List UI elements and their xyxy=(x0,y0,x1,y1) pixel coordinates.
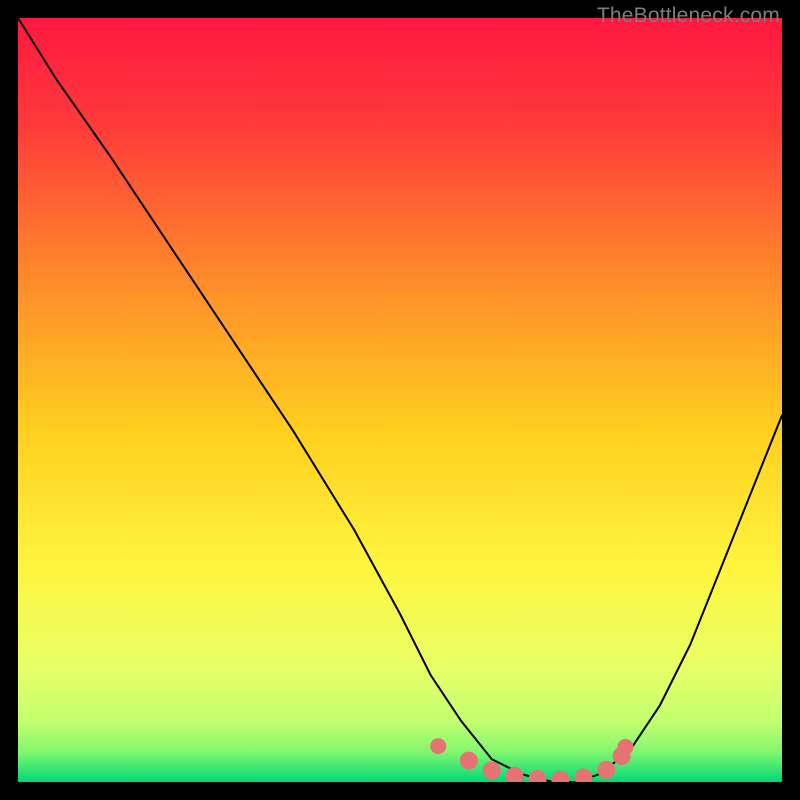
highlight-dot xyxy=(597,761,615,779)
highlight-dot xyxy=(483,762,501,780)
chart-frame: TheBottleneck.com xyxy=(0,0,800,800)
gradient-background xyxy=(18,18,782,782)
highlight-dot xyxy=(617,739,633,755)
highlight-dot xyxy=(460,752,478,770)
chart-svg xyxy=(18,18,782,782)
watermark-text: TheBottleneck.com xyxy=(597,4,780,28)
highlight-dot xyxy=(430,738,446,754)
chart-plot-area xyxy=(18,18,782,782)
